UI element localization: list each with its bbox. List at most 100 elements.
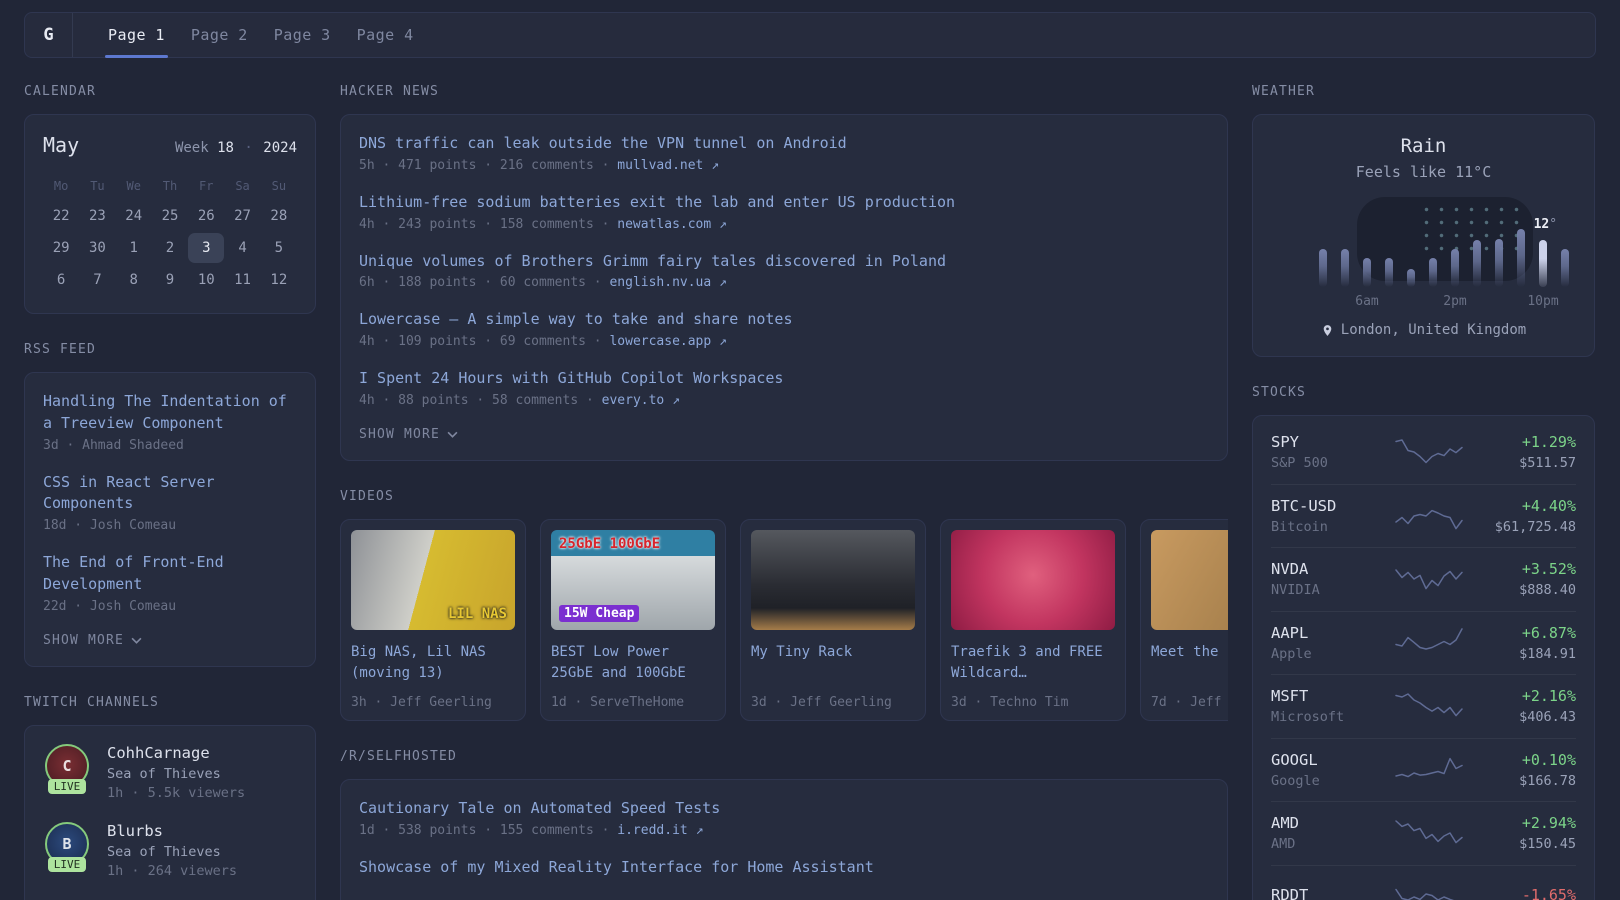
stock-row[interactable]: AAPLApple +6.87%$184.91 bbox=[1271, 611, 1576, 675]
hn-meta-text: 6h · 188 points · 60 comments · bbox=[359, 275, 602, 290]
weather-bar bbox=[1451, 249, 1459, 287]
channel-game: Sea of Thieves bbox=[107, 844, 237, 860]
hn-item-link[interactable]: Lowercase – A simple way to take and sha… bbox=[359, 309, 1209, 331]
calendar-day: 24 bbox=[116, 201, 152, 231]
hn-item-link[interactable]: Lithium-free sodium batteries exit the l… bbox=[359, 192, 1209, 214]
calendar-day: 30 bbox=[79, 233, 115, 263]
rss-item-link[interactable]: The End of Front-End Development bbox=[43, 552, 297, 596]
hn-domain-link[interactable]: lowercase.app ↗ bbox=[609, 334, 726, 349]
calendar-day: 29 bbox=[43, 233, 79, 263]
reddit-domain-link[interactable]: i.redd.it ↗ bbox=[617, 823, 703, 838]
weekday-label: Sa bbox=[224, 173, 260, 199]
stock-row[interactable]: NVDANVIDIA +3.52%$888.40 bbox=[1271, 547, 1576, 611]
rss-item-link[interactable]: Handling The Indentation of a Treeview C… bbox=[43, 391, 297, 435]
stock-name: AMD bbox=[1271, 836, 1381, 852]
reddit-item: Cautionary Tale on Automated Speed Tests… bbox=[359, 798, 1209, 838]
stock-symbol[interactable]: SPY bbox=[1271, 433, 1381, 451]
stock-symbol[interactable]: MSFT bbox=[1271, 687, 1381, 705]
current-temp-label: 12° bbox=[1534, 217, 1557, 232]
reddit-item-link[interactable]: Cautionary Tale on Automated Speed Tests bbox=[359, 798, 1209, 820]
weather-header: WEATHER bbox=[1252, 84, 1595, 99]
hn-domain-link[interactable]: english.nv.ua ↗ bbox=[609, 275, 726, 290]
tab-page-4[interactable]: Page 4 bbox=[344, 13, 427, 57]
stock-sparkline bbox=[1394, 689, 1464, 723]
reddit-item-link[interactable]: Showcase of my Mixed Reality Interface f… bbox=[359, 857, 1209, 879]
stock-symbol[interactable]: BTC-USD bbox=[1271, 497, 1381, 515]
location-text: London, United Kingdom bbox=[1341, 322, 1526, 338]
stock-name: Google bbox=[1271, 773, 1381, 789]
domain-text: i.redd.it bbox=[617, 823, 687, 838]
stock-change: -1.65% bbox=[1476, 886, 1576, 900]
hn-meta-text: 4h · 243 points · 158 comments · bbox=[359, 217, 609, 232]
weather-chart: 12° 6am2pm10pm bbox=[1271, 197, 1576, 309]
app-logo[interactable]: G bbox=[25, 13, 73, 57]
video-title[interactable]: Meet the Linux Clu bbox=[1151, 642, 1228, 686]
twitch-section: TWITCH CHANNELS C LIVE CohhCarnage Sea o… bbox=[24, 695, 316, 900]
reddit-item: Showcase of my Mixed Reality Interface f… bbox=[359, 857, 1209, 879]
calendar-day: 9 bbox=[152, 265, 188, 295]
video-thumbnail[interactable]: 25GbE 100GbE15W Cheap bbox=[551, 530, 715, 630]
hn-item-link[interactable]: Unique volumes of Brothers Grimm fairy t… bbox=[359, 251, 1209, 273]
hn-show-more-button[interactable]: SHOW MORE bbox=[359, 427, 1209, 442]
weather-bar-current bbox=[1539, 240, 1547, 287]
calendar-day-selected: 3 bbox=[188, 233, 224, 263]
left-column: CALENDAR May Week 18 · 2024 Mo Tu We Th … bbox=[24, 84, 316, 900]
stock-symbol[interactable]: AAPL bbox=[1271, 624, 1381, 642]
video-card[interactable]: Traefik 3 and FREE Wildcard… 3d · Techno… bbox=[940, 519, 1126, 721]
hn-meta-text: 5h · 471 points · 216 comments · bbox=[359, 158, 609, 173]
hn-item-link[interactable]: DNS traffic can leak outside the VPN tun… bbox=[359, 133, 1209, 155]
stock-row[interactable]: AMDAMD +2.94%$150.45 bbox=[1271, 801, 1576, 865]
stock-symbol[interactable]: NVDA bbox=[1271, 560, 1381, 578]
video-meta: 3h · Jeff Geerling bbox=[351, 695, 515, 710]
tab-page-1[interactable]: Page 1 bbox=[95, 13, 178, 57]
video-thumbnail[interactable]: FAS bbox=[1151, 530, 1228, 630]
hn-item-link[interactable]: I Spent 24 Hours with GitHub Copilot Wor… bbox=[359, 368, 1209, 390]
video-card[interactable]: LIL NAS Big NAS, Lil NAS (moving 13) 3h … bbox=[340, 519, 526, 721]
stock-row[interactable]: RDDT -1.65% bbox=[1271, 865, 1576, 900]
rss-show-more-button[interactable]: SHOW MORE bbox=[43, 633, 297, 648]
tab-page-2[interactable]: Page 2 bbox=[178, 13, 261, 57]
video-thumbnail[interactable] bbox=[751, 530, 915, 630]
stock-row[interactable]: SPYS&P 500 +1.29%$511.57 bbox=[1271, 420, 1576, 484]
weather-bar bbox=[1385, 258, 1393, 287]
channel-name[interactable]: CohhCarnage bbox=[107, 744, 245, 762]
twitch-avatar-wrap: B LIVE bbox=[43, 822, 91, 879]
video-title[interactable]: Big NAS, Lil NAS (moving 13) bbox=[351, 642, 515, 686]
rss-item-link[interactable]: CSS in React Server Components bbox=[43, 472, 297, 516]
stock-symbol[interactable]: AMD bbox=[1271, 814, 1381, 832]
stock-symbol[interactable]: RDDT bbox=[1271, 886, 1381, 900]
dashboard: G Page 1 Page 2 Page 3 Page 4 CALENDAR M… bbox=[0, 0, 1620, 900]
calendar-day: 22 bbox=[43, 201, 79, 231]
twitch-channel-row[interactable]: C LIVE CohhCarnage Sea of Thieves 1h · 5… bbox=[43, 744, 297, 801]
selfhosted-header: /R/SELFHOSTED bbox=[340, 749, 1228, 764]
video-title[interactable]: Traefik 3 and FREE Wildcard… bbox=[951, 642, 1115, 686]
video-card[interactable]: 25GbE 100GbE15W Cheap BEST Low Power 25G… bbox=[540, 519, 726, 721]
external-link-icon: ↗ bbox=[719, 275, 727, 290]
hn-domain-link[interactable]: newatlas.com ↗ bbox=[617, 217, 727, 232]
stock-row[interactable]: GOOGLGoogle +0.10%$166.78 bbox=[1271, 738, 1576, 802]
video-card[interactable]: FAS Meet the Linux Clu 7d · Jeff Geerlin… bbox=[1140, 519, 1228, 721]
stock-change: +6.87% bbox=[1476, 624, 1576, 642]
video-card[interactable]: My Tiny Rack 3d · Jeff Geerling bbox=[740, 519, 926, 721]
tab-page-3[interactable]: Page 3 bbox=[261, 13, 344, 57]
channel-name[interactable]: Blurbs bbox=[107, 822, 237, 840]
weather-bar bbox=[1473, 240, 1481, 287]
calendar-header: CALENDAR bbox=[24, 84, 316, 99]
calendar-day: 6 bbox=[43, 265, 79, 295]
rss-item-meta: 3d · Ahmad Shadeed bbox=[43, 438, 297, 453]
weather-card: Rain Feels like 11°C 12° 6am2pm10pm Lond… bbox=[1252, 114, 1595, 357]
video-thumbnail[interactable]: LIL NAS bbox=[351, 530, 515, 630]
stock-symbol[interactable]: GOOGL bbox=[1271, 751, 1381, 769]
stock-row[interactable]: MSFTMicrosoft +2.16%$406.43 bbox=[1271, 674, 1576, 738]
twitch-channel-row[interactable]: B LIVE Blurbs Sea of Thieves 1h · 264 vi… bbox=[43, 822, 297, 879]
calendar-year: 2024 bbox=[263, 140, 297, 156]
hn-domain-link[interactable]: every.to ↗ bbox=[602, 393, 680, 408]
video-title[interactable]: BEST Low Power 25GbE and 100GbE Switch… bbox=[551, 642, 715, 686]
stock-row[interactable]: BTC-USDBitcoin +4.40%$61,725.48 bbox=[1271, 484, 1576, 548]
video-thumbnail[interactable] bbox=[951, 530, 1115, 630]
hn-domain-link[interactable]: mullvad.net ↗ bbox=[617, 158, 719, 173]
stock-price: $184.91 bbox=[1476, 646, 1576, 662]
video-title[interactable]: My Tiny Rack bbox=[751, 642, 915, 686]
stock-change: +1.29% bbox=[1476, 433, 1576, 451]
middle-column: HACKER NEWS DNS traffic can leak outside… bbox=[340, 84, 1228, 900]
